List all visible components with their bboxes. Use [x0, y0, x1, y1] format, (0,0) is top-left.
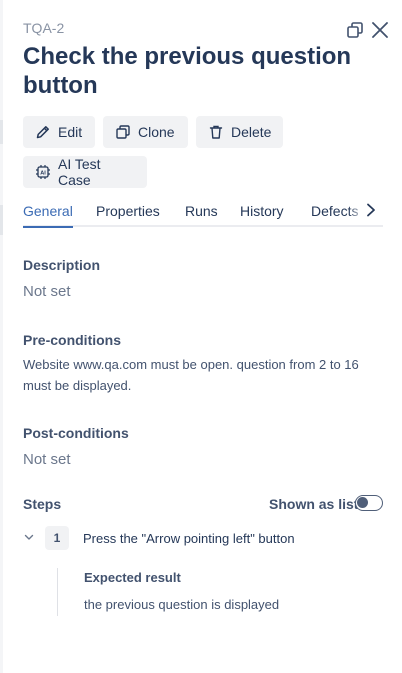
- step-number: 1: [45, 526, 69, 550]
- open-in-window-icon[interactable]: [346, 21, 364, 39]
- test-case-detail-panel: TQA-2 Check the previous question button…: [3, 0, 402, 673]
- toggle-knob: [357, 497, 368, 508]
- shown-as-list-toggle[interactable]: [355, 495, 383, 511]
- tab-runs[interactable]: Runs: [185, 203, 218, 219]
- steps-label: Steps: [23, 496, 62, 512]
- expected-result-value[interactable]: the previous question is displayed: [84, 597, 279, 612]
- description-value[interactable]: Not set: [23, 283, 71, 300]
- ai-chip-icon: AI: [36, 165, 50, 179]
- clone-label: Clone: [138, 124, 175, 140]
- preconditions-label: Pre-conditions: [23, 332, 122, 348]
- chevron-down-icon[interactable]: [23, 531, 35, 543]
- chevron-right-icon: [367, 203, 375, 217]
- step-action[interactable]: Press the "Arrow pointing left" button: [83, 531, 295, 546]
- close-icon[interactable]: [370, 20, 390, 40]
- edit-button[interactable]: Edit: [23, 116, 95, 148]
- trash-icon: [209, 125, 223, 139]
- shown-as-list-label: Shown as list: [269, 496, 359, 512]
- expected-result-label: Expected result: [84, 570, 181, 585]
- page-title: Check the previous question button: [23, 43, 352, 99]
- ai-test-case-label: AI Test Case: [58, 156, 101, 188]
- clone-icon: [116, 125, 130, 139]
- tab-general[interactable]: General: [23, 203, 73, 228]
- tab-properties[interactable]: Properties: [96, 203, 160, 219]
- tab-bar: General Properties Runs History Defects: [23, 196, 383, 228]
- ai-test-case-button[interactable]: AI AI Test Case: [23, 156, 147, 188]
- delete-label: Delete: [231, 124, 272, 140]
- postconditions-label: Post-conditions: [23, 425, 129, 441]
- description-label: Description: [23, 257, 101, 273]
- pencil-icon: [36, 126, 49, 139]
- svg-text:AI: AI: [40, 170, 46, 176]
- delete-button[interactable]: Delete: [196, 116, 283, 148]
- expected-result-divider: [57, 568, 58, 616]
- clone-button[interactable]: Clone: [103, 116, 188, 148]
- preconditions-value[interactable]: Website www.qa.com must be open. questio…: [23, 354, 378, 396]
- postconditions-value[interactable]: Not set: [23, 451, 71, 468]
- edit-label: Edit: [58, 124, 83, 140]
- issue-key[interactable]: TQA-2: [23, 20, 64, 36]
- tab-history[interactable]: History: [240, 203, 284, 219]
- tabs-scroll-right-button[interactable]: [361, 198, 381, 222]
